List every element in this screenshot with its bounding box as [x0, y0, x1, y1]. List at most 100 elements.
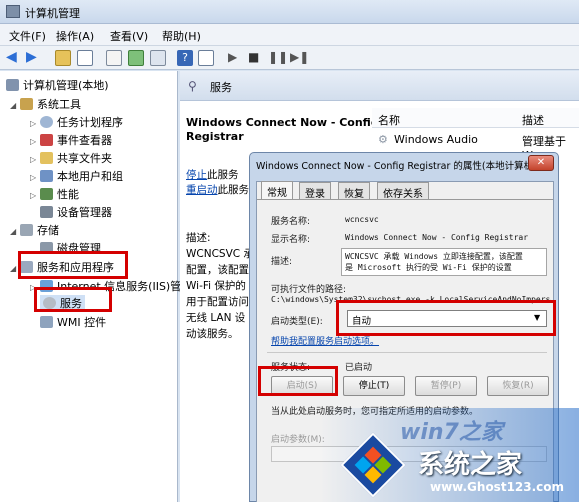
tree-local-users[interactable]: ▷ 本地用户和组 — [30, 168, 123, 184]
service-title-line2: Registrar — [186, 130, 244, 143]
stop-service-link[interactable]: 停止 — [186, 169, 207, 181]
start-params-label: 启动参数(M): — [271, 435, 325, 445]
back-arrow-icon[interactable]: ◀ — [6, 50, 22, 66]
collapse-arrow-icon[interactable]: ▷ — [30, 155, 40, 164]
service-name-cell: Windows Audio — [394, 133, 478, 146]
toolbar: ◀ ▶ ? ▶ ■ ❚❚ ▶❚ — [0, 46, 579, 70]
forward-arrow-icon[interactable]: ▶ — [26, 50, 42, 66]
storage-icon — [20, 224, 33, 236]
tab-recovery[interactable]: 恢复 — [338, 182, 370, 200]
desc-label: 描述: — [186, 232, 211, 244]
folder-up-icon[interactable] — [55, 50, 71, 66]
performance-icon — [40, 188, 53, 200]
tree-device-manager[interactable]: 设备管理器 — [40, 204, 112, 220]
restart-suffix: 此服务 — [217, 184, 250, 196]
tree-system-tools[interactable]: ◢ 系统工具 — [10, 96, 81, 112]
computer-icon — [6, 79, 19, 91]
close-icon[interactable]: ✕ — [528, 155, 554, 171]
highlight-startup-type — [336, 300, 556, 336]
search-icon: ⚲ — [188, 79, 197, 93]
pause-icon[interactable]: ❚❚ — [268, 50, 288, 66]
collapse-arrow-icon[interactable]: ▷ — [30, 173, 40, 182]
gear-icon: ⚙ — [378, 133, 388, 146]
action-pane-icon[interactable] — [198, 50, 214, 66]
description-line2: 是 Microsoft 执行的受 Wi-Fi 保护的设置 — [345, 263, 512, 272]
tab-dependencies[interactable]: 依存关系 — [377, 182, 429, 200]
restart-service-link[interactable]: 重启动 — [186, 184, 218, 196]
desc-line: WCNCSVC 承 — [186, 248, 252, 260]
show-hide-tree-icon[interactable] — [77, 50, 93, 66]
resume-button[interactable]: 恢复(R) — [487, 376, 549, 396]
service-title: Windows Connect Now - Config Registrar — [186, 116, 379, 144]
watermark-brand: 系统之家 — [418, 450, 523, 480]
tab-general[interactable]: 常规 — [261, 181, 293, 200]
event-viewer-icon — [40, 134, 53, 146]
column-name[interactable]: 名称 — [378, 112, 400, 128]
desc-line: 动该服务。 — [186, 328, 239, 340]
menu-action[interactable]: 操作(A) — [56, 28, 94, 44]
wmi-icon — [40, 316, 53, 328]
tree-wmi[interactable]: WMI 控件 — [40, 314, 106, 330]
collapse-arrow-icon[interactable]: ▷ — [30, 119, 40, 128]
description-line1: WCNCSVC 承载 Windows 立即连接配置，该配置 — [345, 252, 523, 261]
watermark-faint: win7之家 — [400, 420, 503, 445]
restart-service-line: 重启动此服务 — [186, 182, 249, 197]
stop-suffix: 此服务 — [207, 169, 239, 181]
collapse-arrow-icon[interactable]: ▷ — [30, 191, 40, 200]
service-description: 描述: WCNCSVC 承 配置，该配置 Wi-Fi 保护的 用于配置访问 无线… — [186, 230, 252, 342]
tree-shared-folders[interactable]: ▷ 共享文件夹 — [30, 150, 112, 166]
device-manager-icon — [40, 206, 53, 218]
tree-root[interactable]: 计算机管理(本地) — [6, 77, 109, 93]
restart-icon[interactable]: ▶❚ — [290, 50, 309, 66]
description-box[interactable]: WCNCSVC 承载 Windows 立即连接配置，该配置 是 Microsof… — [341, 248, 547, 276]
clock-icon — [40, 116, 53, 128]
watermark-url: www.Ghost123.com — [430, 480, 565, 494]
menu-help[interactable]: 帮助(H) — [162, 28, 201, 44]
users-icon — [40, 170, 53, 182]
menu-file[interactable]: 文件(F) — [9, 28, 46, 44]
tab-divider — [257, 199, 553, 200]
highlight-services — [34, 287, 112, 312]
tab-logon[interactable]: 登录 — [299, 182, 331, 200]
menu-bar: 文件(F) 操作(A) 查看(V) 帮助(H) — [0, 24, 579, 46]
tree-performance[interactable]: ▷ 性能 — [30, 186, 79, 202]
properties-icon[interactable] — [106, 50, 122, 66]
title-bar: 计算机管理 — [0, 0, 579, 24]
expand-arrow-icon[interactable]: ◢ — [10, 101, 20, 110]
display-name-value: Windows Connect Now - Config Registrar — [345, 233, 529, 242]
tree-storage[interactable]: ◢ 存储 — [10, 222, 59, 238]
dialog-title: Windows Connect Now - Config Registrar 的… — [256, 161, 537, 172]
desc-line: 无线 LAN 设 — [186, 312, 246, 324]
tools-icon — [20, 98, 33, 110]
highlight-services-apps — [18, 251, 128, 279]
desc-line: 用于配置访问 — [186, 296, 249, 308]
menu-view[interactable]: 查看(V) — [110, 28, 148, 44]
refresh-icon[interactable] — [128, 50, 144, 66]
export-list-icon[interactable] — [150, 50, 166, 66]
pause-button[interactable]: 暂停(P) — [415, 376, 477, 396]
service-name-label: 服务名称: — [271, 217, 311, 227]
tree-task-scheduler[interactable]: ▷ 任务计划程序 — [30, 114, 123, 130]
list-item[interactable]: ⚙ Windows Audio 管理基于 W — [372, 130, 579, 162]
expand-arrow-icon[interactable]: ◢ — [10, 227, 20, 236]
service-name-value: wcncsvc — [345, 215, 379, 224]
stop-icon[interactable]: ■ — [248, 50, 264, 66]
highlight-start-button — [258, 366, 338, 396]
service-title-line1: Windows Connect Now - Config — [186, 116, 379, 129]
watermark: win7之家 系统之家 www.Ghost123.com — [320, 408, 579, 502]
dialog-title-bar: Windows Connect Now - Config Registrar 的… — [250, 153, 558, 175]
column-description[interactable]: 描述 — [522, 112, 544, 128]
collapse-arrow-icon[interactable]: ▷ — [30, 137, 40, 146]
list-header: 名称 描述 — [372, 108, 579, 128]
pane-header: ⚲ 服务 — [180, 71, 579, 101]
stop-service-line: 停止此服务 — [186, 167, 239, 182]
separator — [267, 352, 547, 353]
shared-folder-icon — [40, 152, 53, 164]
stop-button[interactable]: 停止(T) — [343, 376, 405, 396]
help-icon[interactable]: ? — [177, 50, 193, 66]
desc-line: 配置，该配置 — [186, 264, 249, 276]
play-icon[interactable]: ▶ — [228, 50, 244, 66]
tree-event-viewer[interactable]: ▷ 事件查看器 — [30, 132, 112, 148]
startup-type-label: 启动类型(E): — [271, 317, 323, 327]
window-title: 计算机管理 — [25, 7, 80, 20]
